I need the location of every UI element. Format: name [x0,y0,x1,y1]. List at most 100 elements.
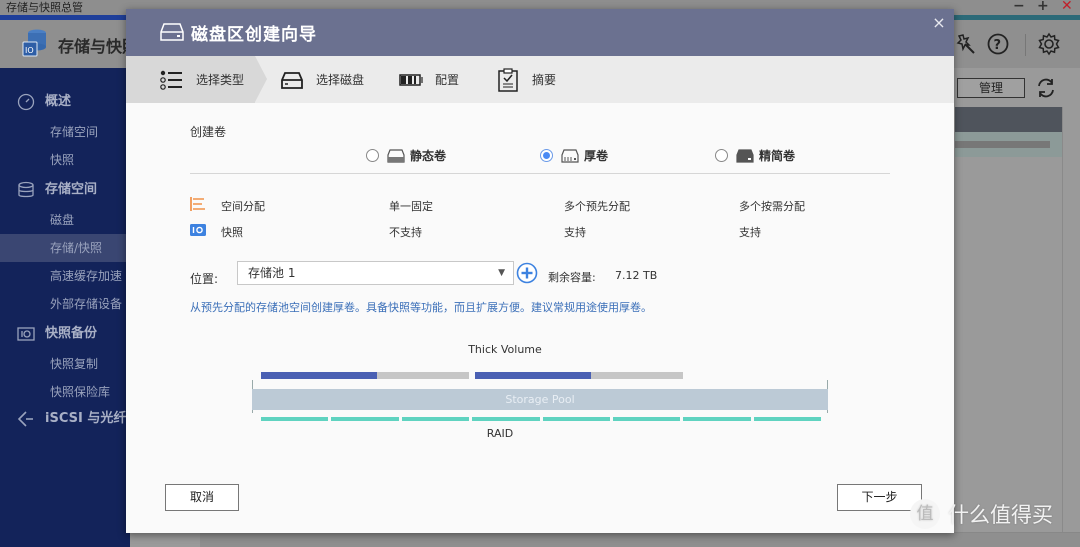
gear-icon[interactable] [1037,32,1061,56]
step-select-type[interactable]: 选择类型 [126,56,255,103]
location-value: 存储池 1 [248,266,296,280]
feature-row-snapshot: 快照 不支持 支持 支持 [190,222,890,240]
step-label: 配置 [435,73,460,87]
feature-label: 空间分配 [221,200,265,213]
step-arrow [255,56,267,102]
refresh-icon[interactable] [1035,76,1057,100]
manage-button[interactable]: 管理 [957,78,1025,98]
config-bars-icon [399,73,423,86]
sidebar-item-overview[interactable]: 概述 [0,88,130,116]
radio-label: 静态卷 [410,149,447,163]
wand-icon[interactable] [955,32,979,56]
camera-folder-icon [17,327,35,341]
radio-thin[interactable] [715,149,728,162]
sidebar-item-overview-storage[interactable]: 存储空间 [0,118,130,146]
feature-value-thick: 多个预先分配 [564,200,630,213]
maximize-button[interactable]: + [1037,0,1049,14]
volume-free-bar [591,372,683,379]
minimize-button[interactable]: − [1013,0,1025,14]
raid-disk-segment [753,417,821,421]
step-configure[interactable]: 配置 [399,56,459,103]
thick-volume-diagram: Thick Volume Storage Pool RAID [250,339,830,459]
storage-app-logo-icon: IO [22,29,46,57]
step-summary[interactable]: 摘要 [496,56,556,103]
sidebar-item-snapshot-replica[interactable]: 快照复制 [0,350,130,378]
step-label: 选择磁盘 [316,73,365,87]
background-footer [200,532,1080,547]
raid-disk-segment [683,417,751,421]
divider [190,173,890,174]
sidebar-item-overview-snapshot[interactable]: 快照 [0,146,130,174]
feature-value-thin: 多个按需分配 [739,200,805,213]
volume-type-description: 从预先分配的存储池空间创建厚卷。具备快照等功能，而且扩展方便。建议常规用途使用厚… [190,301,652,314]
storage-pool-label: Storage Pool [505,393,575,406]
help-icon[interactable]: ? [986,32,1010,56]
volume-type-static[interactable]: 静态卷 [366,147,446,164]
sidebar-item-snapshot-vault[interactable]: 快照保险库 [0,378,130,406]
volume-used-bar [261,372,377,379]
location-select[interactable]: 存储池 1 ▼ [237,261,514,285]
raid-label: RAID [486,427,514,440]
raid-disk-segment [331,417,399,421]
volume-used-bar [475,372,591,379]
sidebar-item-snapshot-backup[interactable]: 快照备份 [0,320,130,348]
static-volume-icon [387,148,405,163]
svg-text:IO: IO [25,46,34,55]
raid-disk-segment [472,417,540,421]
step-label: 摘要 [532,73,557,87]
volume-type-thin[interactable]: 精简卷 [715,147,795,164]
feature-label: 快照 [221,226,243,239]
dialog-title: 磁盘区创建向导 [191,25,317,45]
step-label: 选择类型 [196,73,245,87]
sidebar-item-storage-snapshot[interactable]: 存储/快照 [0,234,130,262]
window-close-button[interactable]: ✕ [1061,0,1073,14]
snapshot-camera-icon [190,224,206,236]
allocation-icon [190,197,205,211]
location-label: 位置: [190,272,219,286]
background-table-row [955,132,1062,157]
database-icon [18,181,34,198]
dialog-header: 磁盘区创建向导 × [126,9,954,56]
radio-thick[interactable] [540,149,553,162]
volume-type-thick[interactable]: 厚卷 [540,147,608,164]
feature-value-thick: 支持 [564,226,586,239]
diagram-title: Thick Volume [468,343,542,356]
step-select-disks[interactable]: 选择磁盘 [280,56,364,103]
cancel-button[interactable]: 取消 [165,484,239,511]
feature-row-space-allocation: 空间分配 单一固定 多个预先分配 多个按需分配 [190,196,890,214]
raid-disk-segment [401,417,470,421]
volume-creation-wizard-dialog: 磁盘区创建向导 × 选择类型 选择磁盘 配置 摘要 创建卷 静态卷 厚卷 精简卷… [126,9,954,533]
raid-disk-segment [261,417,329,421]
sidebar-item-external[interactable]: 外部存储设备 [0,290,130,318]
dashboard-icon [17,93,35,111]
disk-tray-icon [281,71,303,89]
radio-static[interactable] [366,149,379,162]
free-capacity-label: 剩余容量: [548,271,596,284]
section-title: 创建卷 [190,125,227,139]
sidebar-item-iscsi[interactable]: iSCSI 与光纤通道 [0,405,130,433]
thin-volume-icon [736,148,754,163]
raid-disk-segment [542,417,610,421]
svg-text:?: ? [994,38,1002,53]
background-table-border [1062,107,1063,547]
sidebar-item-disks[interactable]: 磁盘 [0,206,130,234]
dialog-close-button[interactable]: × [930,14,948,32]
disk-drive-icon [160,23,184,41]
feature-value-static: 不支持 [389,226,422,239]
raid-disk-segment [612,417,681,421]
feature-value-thin: 支持 [739,226,761,239]
iscsi-icon [17,411,33,427]
thick-volume-icon [561,148,579,163]
volume-free-bar [377,372,469,379]
sidebar-item-cache[interactable]: 高速缓存加速 [0,262,130,290]
storage-pool-bar: Storage Pool [252,389,828,410]
sidebar: 概述 存储空间 快照 存储空间 磁盘 存储/快照 高速缓存加速 外部存储设备 快… [0,68,130,547]
clipboard-check-icon [498,67,518,92]
background-window-title: 存储与快照总管 [6,1,83,14]
wizard-steps: 选择类型 选择磁盘 配置 摘要 [126,56,954,103]
add-storage-pool-icon[interactable] [516,262,538,284]
feature-value-static: 单一固定 [389,200,433,213]
watermark-text: 什么值得买 [948,503,1053,527]
sidebar-item-storage[interactable]: 存储空间 [0,176,130,204]
dropdown-caret-icon: ▼ [498,268,505,278]
